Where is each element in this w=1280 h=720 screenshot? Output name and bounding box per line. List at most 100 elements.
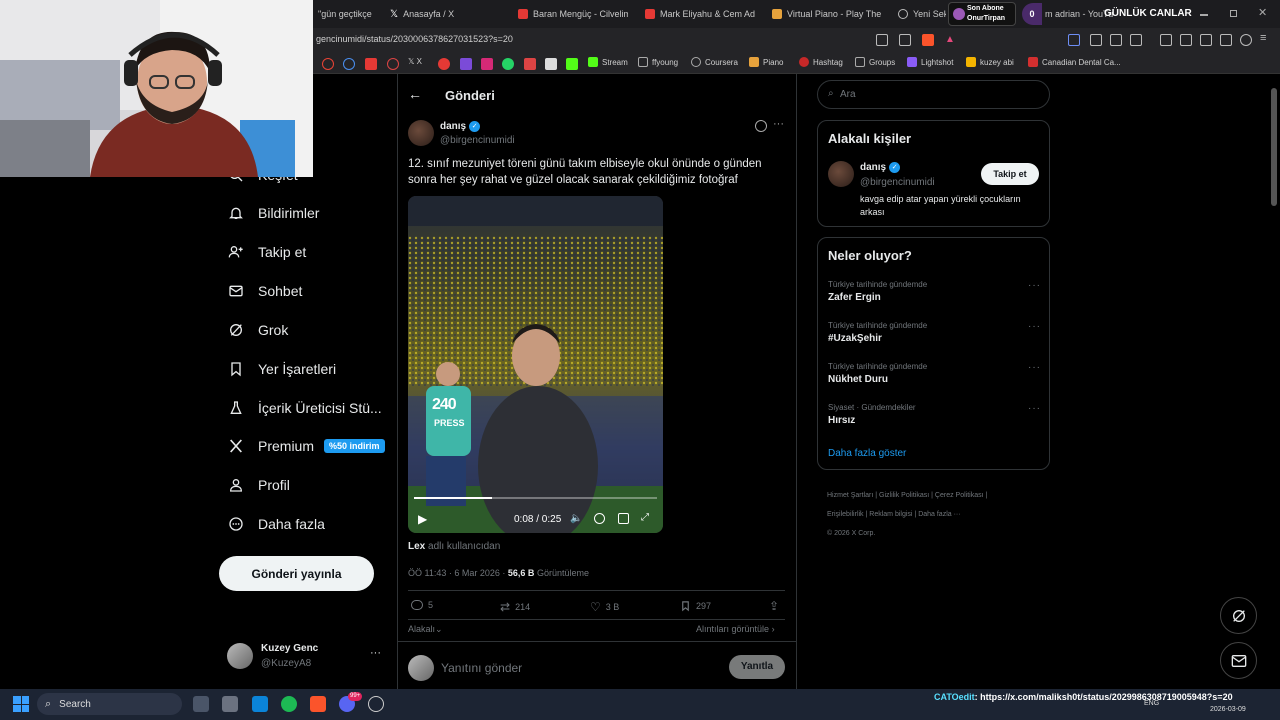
- footer-link[interactable]: Gizlilik Politikası: [879, 492, 929, 499]
- post-button[interactable]: Gönderi yayınla: [219, 556, 374, 591]
- nav-follow[interactable]: Takip et: [228, 240, 306, 264]
- more-icon[interactable]: ···: [773, 118, 784, 130]
- more-icon[interactable]: ···: [1028, 362, 1041, 373]
- more-icon[interactable]: ···: [1028, 321, 1041, 332]
- nav-profile[interactable]: Profil: [228, 473, 290, 497]
- play-icon[interactable]: ▶: [418, 512, 427, 526]
- amazon-icon[interactable]: [545, 58, 557, 70]
- nav-grok[interactable]: Grok: [228, 318, 288, 342]
- trend-item[interactable]: Türkiye tarihinde gündemde Zafer Ergin ·…: [828, 280, 1041, 303]
- back-arrow-icon[interactable]: ←: [408, 86, 422, 102]
- wallet-icon[interactable]: [1200, 34, 1212, 46]
- footer-link[interactable]: Erişilebilirlik: [827, 511, 864, 518]
- bookmark-icon[interactable]: [343, 58, 355, 70]
- obs-icon[interactable]: [368, 696, 384, 712]
- vpn-icon[interactable]: [1068, 34, 1080, 46]
- post-time[interactable]: ÖÖ 11:43 · 6 Mar 2026 ·: [408, 568, 505, 578]
- trend-item[interactable]: Türkiye tarihinde gündemde #UzakŞehir ··…: [828, 321, 1041, 344]
- search-input[interactable]: ⌕ Ara: [817, 80, 1050, 109]
- shield-icon[interactable]: [1240, 34, 1252, 46]
- bookmark-kuzey[interactable]: kuzey abi: [966, 57, 1014, 67]
- nav-bookmarks[interactable]: Yer İşaretleri: [228, 357, 336, 381]
- bookmark-icon[interactable]: [387, 58, 399, 70]
- date-text[interactable]: 2026-03-09: [1210, 706, 1246, 713]
- cast-icon[interactable]: [876, 34, 888, 46]
- tumblr-icon[interactable]: [524, 58, 536, 70]
- reply-input[interactable]: Yanıtını gönder: [441, 661, 522, 675]
- browser-tab[interactable]: Yeni Sek: [898, 4, 946, 24]
- volume-icon[interactable]: 🔈: [570, 513, 582, 524]
- more-icon[interactable]: ···: [1028, 280, 1041, 291]
- bookmark-ffyoung[interactable]: ffyoung: [638, 57, 678, 67]
- author-name-row[interactable]: danış ✓: [440, 121, 481, 132]
- bookmark-hashtag[interactable]: Hashtag: [799, 57, 843, 67]
- bookmark-coursera[interactable]: Coursera: [691, 57, 738, 67]
- extension-icon[interactable]: [1110, 34, 1122, 46]
- sort-dropdown[interactable]: Alakalı⌄: [408, 624, 443, 635]
- share-icon[interactable]: ⇪: [769, 599, 779, 613]
- kick-icon[interactable]: [566, 58, 578, 70]
- video-progress-track[interactable]: [414, 497, 657, 499]
- brave-shield-icon[interactable]: [922, 34, 934, 46]
- grok-fab[interactable]: [1220, 597, 1257, 634]
- bookmark-groups[interactable]: Groups: [855, 57, 895, 67]
- show-more-link[interactable]: Daha fazla göster: [828, 448, 906, 459]
- reply-action[interactable]: 5: [411, 600, 433, 610]
- nav-notifications[interactable]: Bildirimler: [228, 201, 319, 225]
- menu-icon[interactable]: ≡: [1260, 32, 1272, 44]
- task-view-icon[interactable]: [193, 696, 209, 712]
- x-bookmark[interactable]: 𝕏 X: [408, 57, 422, 66]
- file-icon[interactable]: [222, 696, 238, 712]
- whatsapp-icon[interactable]: [502, 58, 514, 70]
- fullscreen-icon[interactable]: ⤢: [641, 512, 649, 523]
- spotify-icon[interactable]: [281, 696, 297, 712]
- browser-tab[interactable]: Mark Eliyahu & Cem Adria: [645, 4, 755, 24]
- photos-icon[interactable]: [252, 696, 268, 712]
- footer-link[interactable]: Daha fazla ···: [918, 511, 960, 518]
- grok-icon[interactable]: [755, 120, 767, 132]
- sidebar-icon[interactable]: [1180, 34, 1192, 46]
- bookmark-stream[interactable]: Stream: [588, 57, 628, 67]
- brave-icon[interactable]: [310, 696, 326, 712]
- trend-item[interactable]: Türkiye tarihinde gündemde Nükhet Duru ·…: [828, 362, 1041, 385]
- nav-premium[interactable]: Premium %50 indirim: [228, 434, 385, 458]
- language-indicator[interactable]: ENG: [1144, 700, 1159, 707]
- footer-link[interactable]: Çerez Politikası: [935, 492, 984, 499]
- twitch-icon[interactable]: [460, 58, 472, 70]
- settings-icon[interactable]: [594, 513, 605, 524]
- start-icon[interactable]: [13, 696, 29, 712]
- footer-link[interactable]: Hizmet Şartları: [827, 492, 873, 499]
- video-player[interactable]: 240 PRESS ▶ 0:08 / 0:25 🔈 ⤢: [408, 196, 663, 533]
- ai-icon[interactable]: [1220, 34, 1232, 46]
- nav-creator-studio[interactable]: İçerik Üreticisi Stü...: [228, 396, 382, 420]
- bookmark-icon[interactable]: [438, 58, 450, 70]
- more-icon[interactable]: ···: [1028, 403, 1041, 414]
- trend-item[interactable]: Siyaset · Gündemdekiler Hırsız ···: [828, 403, 1041, 426]
- minimize-icon[interactable]: [1200, 14, 1208, 16]
- browser-tab[interactable]: 𝕏 Anasayfa / X: [390, 4, 500, 24]
- leo-icon[interactable]: [1090, 34, 1102, 46]
- browser-tab[interactable]: Baran Mengüç - Cilvelim: [518, 4, 628, 24]
- from-user[interactable]: Lex: [408, 541, 425, 552]
- music-icon[interactable]: [1160, 34, 1172, 46]
- author-avatar[interactable]: [828, 161, 854, 187]
- author-avatar[interactable]: [408, 120, 434, 146]
- page-scrollbar[interactable]: [1271, 88, 1277, 206]
- youtube-icon[interactable]: [365, 58, 377, 70]
- maximize-icon[interactable]: [1230, 10, 1237, 17]
- footer-link[interactable]: Reklam bilgisi: [869, 511, 912, 518]
- follow-button[interactable]: Takip et: [981, 163, 1039, 185]
- close-icon[interactable]: ✕: [1258, 6, 1267, 19]
- pip-icon[interactable]: [618, 513, 629, 524]
- brave-rewards-icon[interactable]: ▲: [945, 34, 955, 46]
- bookmark-piano[interactable]: Piano: [749, 57, 783, 67]
- bookmark-lightshot[interactable]: Lightshot: [907, 57, 953, 67]
- nav-more[interactable]: Daha fazla: [228, 512, 325, 536]
- google-icon[interactable]: [322, 58, 334, 70]
- share-icon[interactable]: [899, 34, 911, 46]
- taskbar-search[interactable]: ⌕ Search: [37, 693, 182, 715]
- wallet-icon[interactable]: [1130, 34, 1142, 46]
- nav-chat[interactable]: Sohbet: [228, 279, 302, 303]
- like-action[interactable]: ♡ 3 B: [590, 600, 619, 614]
- account-switcher[interactable]: Kuzey Genc @KuzeyA8 ···: [227, 641, 387, 677]
